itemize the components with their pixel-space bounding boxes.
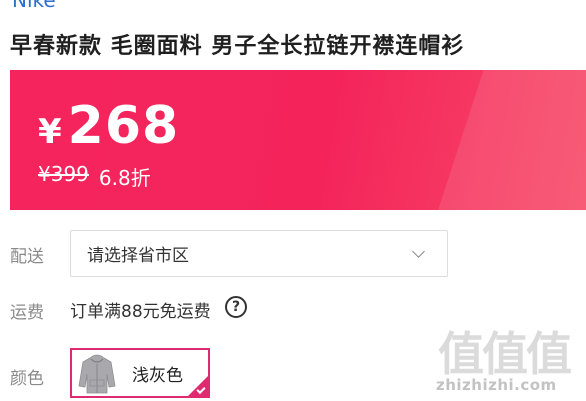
price-panel: ¥ 268 ¥399 6.8折 [10, 70, 586, 210]
current-price: ¥ 268 [38, 96, 179, 156]
watermark-url: zhizhizhi.com [436, 376, 557, 394]
delivery-label: 配送 [10, 247, 44, 267]
shipping-label: 运费 [10, 303, 44, 323]
chevron-down-icon [412, 245, 425, 258]
color-option-light-gray[interactable]: 浅灰色 [70, 348, 210, 398]
original-price: ¥399 [38, 162, 89, 186]
region-select-value: 请选择省市区 [87, 246, 189, 266]
panel-glow-decoration [418, 70, 586, 210]
currency-symbol: ¥ [38, 112, 62, 152]
hoodie-thumbnail-icon [78, 352, 116, 394]
question-circle-icon[interactable]: ? [225, 296, 247, 318]
shipping-info: 订单满88元免运费 [70, 302, 211, 322]
original-price-row: ¥399 6.8折 [38, 162, 151, 191]
watermark-glyphs: 值值值 [438, 327, 572, 381]
brand-link[interactable]: Nike [12, 0, 56, 12]
color-label: 颜色 [10, 369, 44, 389]
product-title: 早春新款 毛圈面料 男子全长拉链开襟连帽衫 [10, 34, 465, 59]
current-price-amount: 268 [67, 96, 180, 156]
watermark: 值值值 zhizhizhi.com [430, 318, 586, 401]
discount-label: 6.8折 [98, 166, 151, 190]
region-select[interactable]: 请选择省市区 [70, 230, 448, 277]
color-option-label: 浅灰色 [132, 365, 183, 386]
